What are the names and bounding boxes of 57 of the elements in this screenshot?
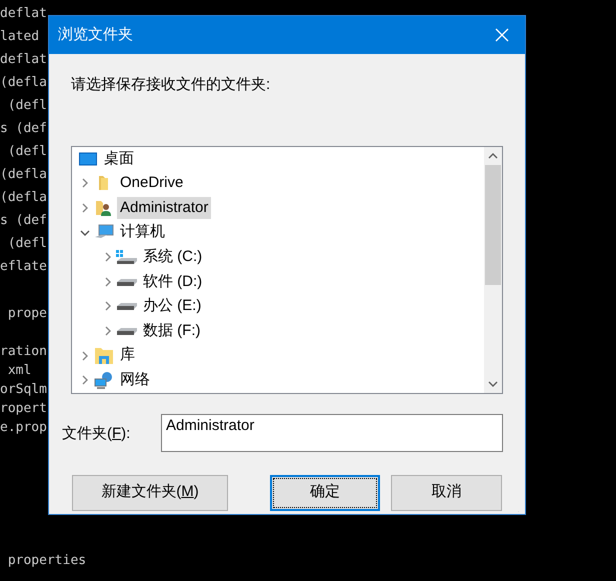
tree-item[interactable]: 计算机: [117, 222, 168, 244]
chevron-right-icon[interactable]: [105, 326, 111, 336]
terminal-line: s (def: [0, 120, 47, 138]
tree-item[interactable]: 办公 (E:): [140, 295, 204, 318]
chevron-down-icon[interactable]: [80, 230, 90, 236]
tree-item[interactable]: Administrator: [117, 196, 212, 219]
terminal-line: xml: [6, 362, 32, 380]
terminal-line: properties: [6, 552, 86, 570]
prompt-text: 请选择保存接收文件的文件夹:: [71, 75, 270, 95]
terminal-line: ration: [0, 343, 47, 361]
tree-item[interactable]: 软件 (D:): [140, 270, 206, 293]
terminal-line: (defla: [0, 189, 47, 207]
terminal-line: prope: [6, 305, 47, 323]
folder-icon: [98, 175, 110, 192]
dialog-button[interactable]: 确定: [270, 474, 380, 510]
tree-item[interactable]: 数据 (F:): [140, 320, 204, 342]
chevron-right-icon[interactable]: [82, 178, 88, 188]
folder-label: 文件夹(F):: [62, 424, 132, 444]
drive-icon: [116, 276, 138, 287]
terminal-line: orSqlm: [0, 381, 47, 399]
chevron-right-icon[interactable]: [105, 301, 111, 312]
terminal-line: lated: [0, 28, 40, 46]
tree-item[interactable]: 网络: [117, 369, 153, 392]
terminal-line: ropert: [0, 400, 47, 418]
system-drive-icon: [115, 249, 139, 266]
drive-icon: [116, 326, 138, 336]
tree-item[interactable]: OneDrive: [117, 172, 186, 194]
terminal-line: deflat: [0, 5, 47, 23]
tree-item[interactable]: 系统 (C:): [140, 246, 206, 268]
desktop-icon: [79, 152, 97, 166]
tree-item[interactable]: 库: [117, 344, 138, 367]
chevron-right-icon[interactable]: [105, 276, 111, 287]
chevron-right-icon[interactable]: [105, 252, 111, 262]
folder-input-field[interactable]: Administrator: [161, 414, 503, 452]
chevron-right-icon[interactable]: [82, 350, 88, 361]
close-icon: [495, 28, 509, 42]
terminal-line: s (def: [0, 212, 47, 230]
scroll-thumb[interactable]: [485, 164, 501, 284]
scrollbar[interactable]: [484, 146, 502, 392]
terminal-line: e.prop: [0, 419, 47, 437]
library-icon: [94, 346, 114, 365]
terminal-line: (defla: [0, 166, 47, 184]
terminal-line: (defl: [6, 235, 47, 253]
terminal-line: eflate: [0, 258, 47, 276]
window-title: 浏览文件夹: [58, 24, 133, 45]
dialog-button[interactable]: 新建文件夹(M): [72, 474, 228, 510]
terminal-line: deflat: [0, 51, 47, 69]
terminal-line: (defla: [0, 74, 47, 92]
terminal-line: (defl: [6, 97, 47, 115]
chevron-right-icon[interactable]: [82, 202, 88, 213]
tree-item[interactable]: 桌面: [101, 148, 137, 170]
chevron-right-icon[interactable]: [82, 375, 88, 386]
terminal-line: (defl: [6, 143, 47, 161]
dialog-button[interactable]: 取消: [391, 474, 502, 510]
user-folder-icon: [95, 198, 113, 217]
network-icon: [94, 371, 114, 390]
drive-icon: [116, 301, 138, 312]
